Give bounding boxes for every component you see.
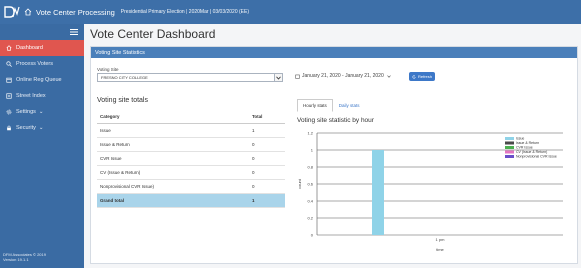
legend-swatch xyxy=(505,146,514,149)
sidebar-item-label: Online Reg Queue xyxy=(16,77,62,83)
legend-swatch xyxy=(505,150,514,154)
y-tick-label: 0.8 xyxy=(307,165,313,170)
chevron-down-icon: ⌄ xyxy=(38,125,44,131)
lock-icon xyxy=(5,125,13,131)
refresh-icon xyxy=(412,74,416,79)
x-tick-label: 1 pm xyxy=(436,237,446,242)
calendar-icon xyxy=(295,74,300,79)
refresh-label: Refresh xyxy=(417,74,432,79)
stats-tabs: Hourly stats Daily stats xyxy=(297,99,366,112)
chevron-down-icon: ⌄ xyxy=(38,109,44,115)
voting-site-value: FRESNO CITY COLLEGE xyxy=(101,75,148,80)
menu-toggle-icon[interactable] xyxy=(0,24,84,40)
legend-swatch xyxy=(505,137,514,140)
calendar-icon xyxy=(5,77,13,83)
y-tick-label: 0.2 xyxy=(307,216,313,221)
sidebar: Dashboard Process Voters Online Reg Queu… xyxy=(0,24,84,268)
hourly-stats-chart: 0 0.2 0.4 0.6 0.8 1 1.2 count 1 pm time IssueIssue… xyxy=(297,131,563,252)
y-tick-label: 0 xyxy=(311,233,314,238)
sidebar-item-street-index[interactable]: Street Index xyxy=(0,88,84,104)
total-cell: 0 xyxy=(249,151,285,166)
voting-site-select[interactable]: FRESNO CITY COLLEGE xyxy=(97,73,283,82)
totals-table: Category Total Issue 1 Issue & Return 0 CV… xyxy=(97,111,285,208)
total-cell: 0 xyxy=(249,179,285,194)
total-cell: 0 xyxy=(249,165,285,180)
sidebar-item-label: Security xyxy=(16,125,36,131)
tab-daily-stats[interactable]: Daily stats xyxy=(333,99,366,112)
legend-label: Issue & Return xyxy=(516,141,539,145)
main-content: Vote Center Dashboard Voting Site Statis… xyxy=(84,24,581,268)
list-icon xyxy=(5,93,13,99)
totals-title: Voting site totals xyxy=(97,97,148,104)
sidebar-item-label: Dashboard xyxy=(16,45,43,51)
category-cell: Issue xyxy=(97,123,249,138)
top-bar: Vote Center Processing Presidential Prim… xyxy=(0,0,581,24)
sidebar-item-settings[interactable]: Settings ⌄ xyxy=(0,104,84,120)
app-name: Vote Center Processing xyxy=(36,7,115,17)
category-cell: CV (Issue & Return) xyxy=(97,165,249,180)
y-axis-label: count xyxy=(297,178,302,189)
date-range-picker[interactable]: January 21, 2020 - January 21, 2020 xyxy=(295,73,391,79)
total-cell: 1 xyxy=(249,193,285,208)
search-icon xyxy=(5,61,13,67)
sidebar-item-label: Process Voters xyxy=(16,61,53,67)
election-subtitle: Presidential Primary Election | 2020Mar … xyxy=(120,9,250,15)
category-cell: CVR Issue xyxy=(97,151,249,166)
column-header-category: Category xyxy=(97,111,249,124)
table-row: CV (Issue & Return) 0 xyxy=(97,165,285,180)
category-cell: Nonprovisional CVR Issue) xyxy=(97,179,249,194)
voting-site-label: Voting Site xyxy=(97,67,119,72)
stats-panel: Voting Site Statistics Voting Site FRESN… xyxy=(90,46,578,264)
x-axis-label: time xyxy=(436,247,444,252)
table-row: Issue & Return 0 xyxy=(97,137,285,152)
legend-swatch xyxy=(505,141,514,145)
sidebar-item-online-reg-queue[interactable]: Online Reg Queue xyxy=(0,72,84,88)
column-header-total: Total xyxy=(249,111,285,124)
y-tick-label: 1.2 xyxy=(307,131,313,136)
legend-label: Nonprovisional CVR Issue xyxy=(516,155,557,159)
version-text: Version 19.1.1 xyxy=(3,257,29,262)
legend-label: CV (Issue & Return) xyxy=(516,150,547,154)
y-tick-label: 1 xyxy=(311,148,314,153)
date-range-text: January 21, 2020 - January 21, 2020 xyxy=(302,73,384,79)
grand-total-row: Grand total 1 xyxy=(97,193,285,208)
version-footer: DFM Associates © 2019 Version 19.1.1 xyxy=(3,252,46,262)
sidebar-item-process-voters[interactable]: Process Voters xyxy=(0,56,84,72)
sidebar-item-label: Settings xyxy=(16,109,36,115)
table-header-row: Category Total xyxy=(97,111,285,124)
app-logo-icon xyxy=(4,6,20,18)
table-row: CVR Issue 0 xyxy=(97,151,285,166)
sidebar-item-dashboard[interactable]: Dashboard xyxy=(0,40,84,56)
legend-swatch xyxy=(505,155,514,158)
chevron-down-icon[interactable] xyxy=(274,73,283,82)
home-icon xyxy=(5,45,13,51)
home-icon[interactable] xyxy=(24,8,32,16)
category-cell: Grand total xyxy=(97,193,249,208)
tab-hourly-stats[interactable]: Hourly stats xyxy=(297,99,333,112)
gear-icon xyxy=(5,109,13,115)
table-row: Issue 1 xyxy=(97,123,285,138)
refresh-button[interactable]: Refresh xyxy=(409,72,435,81)
page-title: Vote Center Dashboard xyxy=(90,27,216,41)
y-tick-label: 0.6 xyxy=(307,182,313,187)
chart-title: Voting site statistic by hour xyxy=(297,117,374,124)
total-cell: 0 xyxy=(249,137,285,152)
legend-label: Issue xyxy=(516,137,524,141)
category-cell: Issue & Return xyxy=(97,137,249,152)
table-row: Nonprovisional CVR Issue) 0 xyxy=(97,179,285,194)
panel-title: Voting Site Statistics xyxy=(91,47,577,58)
chevron-down-icon xyxy=(387,74,391,78)
sidebar-item-label: Street Index xyxy=(16,93,46,99)
bar-issue xyxy=(372,150,384,235)
legend-label: CVR Issue xyxy=(516,146,533,150)
y-tick-label: 0.4 xyxy=(307,199,313,204)
sidebar-item-security[interactable]: Security ⌄ xyxy=(0,120,84,136)
total-cell: 1 xyxy=(249,123,285,138)
